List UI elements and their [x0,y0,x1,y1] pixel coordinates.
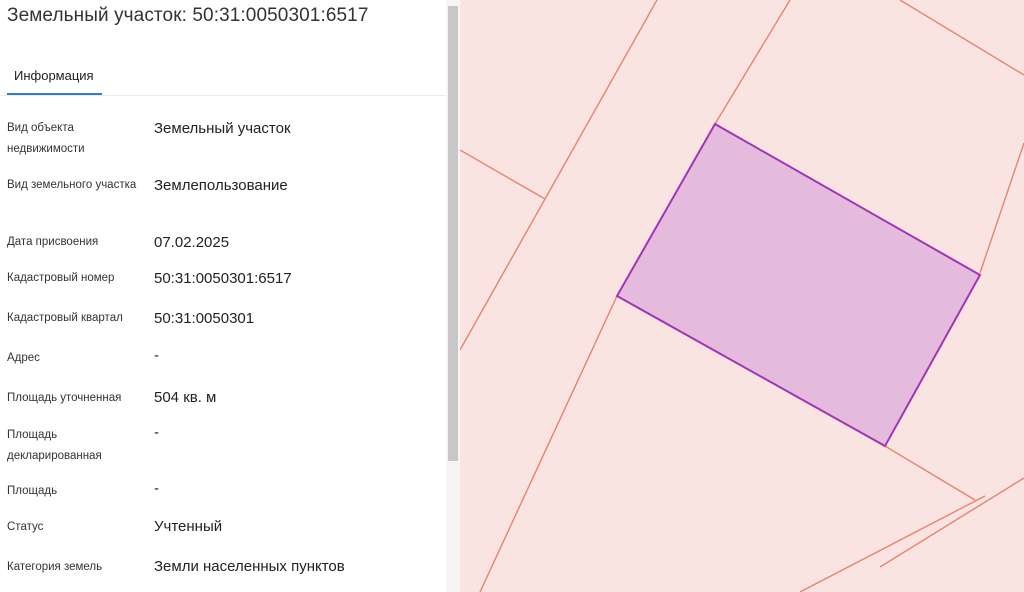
active-tab-indicator [7,93,102,95]
property-label: Категория земель [7,561,103,573]
property-label: Площадь уточненная [7,392,122,404]
selected-parcel[interactable] [615,122,982,448]
property-value: 50:31:0050301 [154,310,255,327]
property-label: Статус [7,521,44,533]
property-value: 50:31:0050301:6517 [154,270,292,287]
scrollbar-thumb[interactable] [448,6,458,461]
boundary-line [479,295,618,592]
property-value: Земли населенных пунктов [154,558,345,575]
property-value: 07.02.2025 [154,234,230,251]
boundary-line [899,0,1024,76]
property-value: - [154,347,159,364]
boundary-line [879,477,1024,568]
panel-scrollbar[interactable] [446,0,460,592]
boundary-line [979,142,1024,274]
info-panel: Земельный участок: 50:31:0050301:6517 Ин… [0,0,446,592]
property-value: Учтенный [154,518,223,535]
boundary-line [799,495,986,592]
property-value: - [154,480,159,497]
property-label: Вид земельного участка [7,179,137,191]
property-label: Площадь декларированная [7,429,102,462]
property-value: - [154,424,159,441]
property-label: Вид объекта недвижимости [7,122,85,155]
property-label: Дата присвоения [7,236,99,248]
tab-bar: Информация [0,58,446,96]
boundary-line [460,149,546,200]
boundary-line [714,0,791,125]
property-value: Землепользование [154,177,288,194]
boundary-line [884,445,976,501]
property-value: Земельный участок [154,120,291,137]
panel-title: Земельный участок: 50:31:0050301:6517 [7,5,369,26]
map-canvas[interactable] [460,0,1024,592]
tab-information-label: Информация [14,68,94,83]
tab-information[interactable]: Информация [7,58,102,95]
property-value: 504 кв. м [154,389,217,406]
property-label: Площадь [7,485,58,497]
property-label: Адрес [7,352,40,364]
cadastral-map[interactable] [460,0,1024,592]
property-label: Кадастровый квартал [7,312,123,324]
property-label: Кадастровый номер [7,272,115,284]
